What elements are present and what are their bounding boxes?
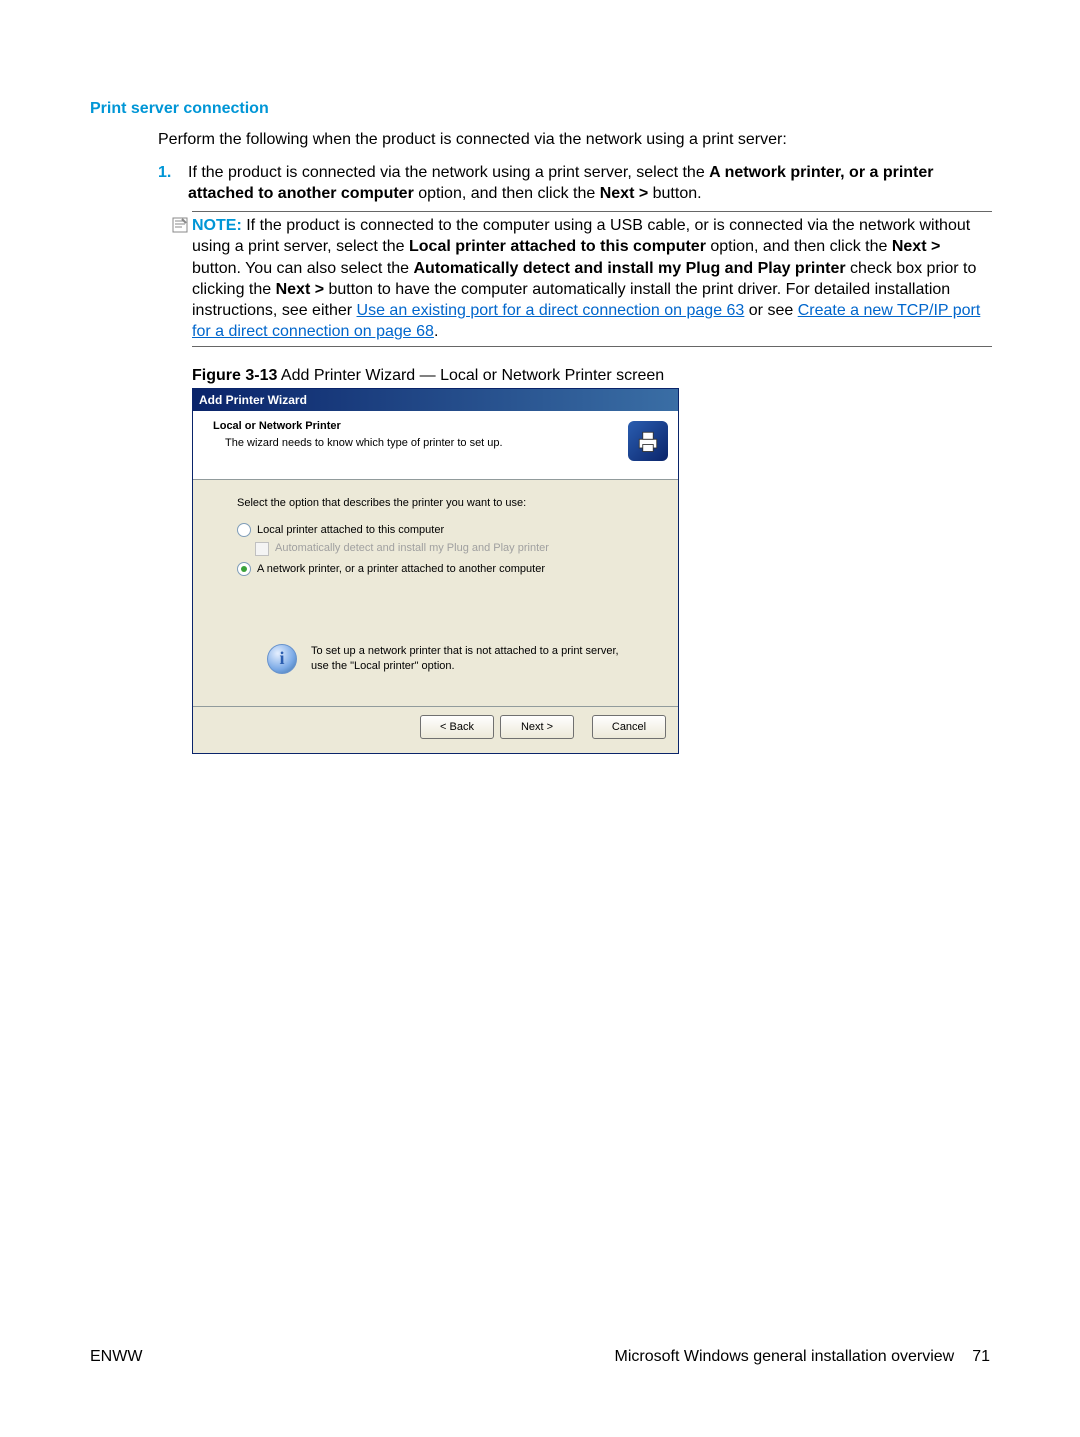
option-autodetect-label: Automatically detect and install my Plug…	[275, 541, 549, 556]
info-icon: i	[267, 644, 297, 674]
option-local-printer-label: Local printer attached to this computer	[257, 523, 444, 538]
radio-network-printer[interactable]	[237, 562, 251, 576]
section-heading: Print server connection	[90, 98, 269, 119]
select-prompt: Select the option that describes the pri…	[237, 496, 644, 511]
printer-icon	[628, 421, 668, 461]
dialog-titlebar: Add Printer Wizard	[193, 389, 678, 411]
dialog-header-sub: The wizard needs to know which type of p…	[225, 436, 678, 451]
footer-right: Microsoft Windows general installation o…	[615, 1346, 991, 1367]
note-icon	[172, 217, 188, 233]
info-row: i To set up a network printer that is no…	[267, 644, 637, 674]
dialog-header: Local or Network Printer The wizard need…	[193, 411, 678, 480]
next-button[interactable]: Next >	[500, 715, 574, 739]
back-button[interactable]: < Back	[420, 715, 494, 739]
option-network-printer[interactable]: A network printer, or a printer attached…	[237, 562, 644, 577]
add-printer-wizard-dialog: Add Printer Wizard Local or Network Prin…	[192, 388, 679, 754]
footer-left: ENWW	[90, 1346, 142, 1367]
step-body: If the product is connected via the netw…	[188, 162, 983, 205]
note-label: NOTE:	[192, 217, 242, 234]
dialog-button-bar: < Back Next > Cancel	[193, 706, 678, 747]
step-number: 1.	[158, 162, 188, 183]
link-existing-port[interactable]: Use an existing port for a direct connec…	[357, 302, 745, 319]
option-autodetect: Automatically detect and install my Plug…	[255, 541, 644, 556]
cancel-button[interactable]: Cancel	[592, 715, 666, 739]
info-text: To set up a network printer that is not …	[311, 644, 637, 673]
step-1: 1.If the product is connected via the ne…	[158, 162, 993, 205]
page-number: 71	[972, 1348, 990, 1365]
dialog-header-title: Local or Network Printer	[213, 419, 678, 434]
option-network-printer-label: A network printer, or a printer attached…	[257, 562, 545, 577]
footer-section-title: Microsoft Windows general installation o…	[615, 1348, 955, 1365]
radio-local-printer[interactable]	[237, 523, 251, 537]
checkbox-autodetect	[255, 542, 269, 556]
note-text: If the product is connected to the compu…	[192, 217, 980, 340]
option-local-printer[interactable]: Local printer attached to this computer	[237, 523, 644, 538]
intro-text: Perform the following when the product i…	[158, 129, 1008, 150]
dialog-body: Select the option that describes the pri…	[193, 480, 678, 706]
note-block: NOTE: If the product is connected to the…	[192, 211, 992, 347]
figure-caption: Figure 3-13 Add Printer Wizard — Local o…	[192, 365, 664, 386]
